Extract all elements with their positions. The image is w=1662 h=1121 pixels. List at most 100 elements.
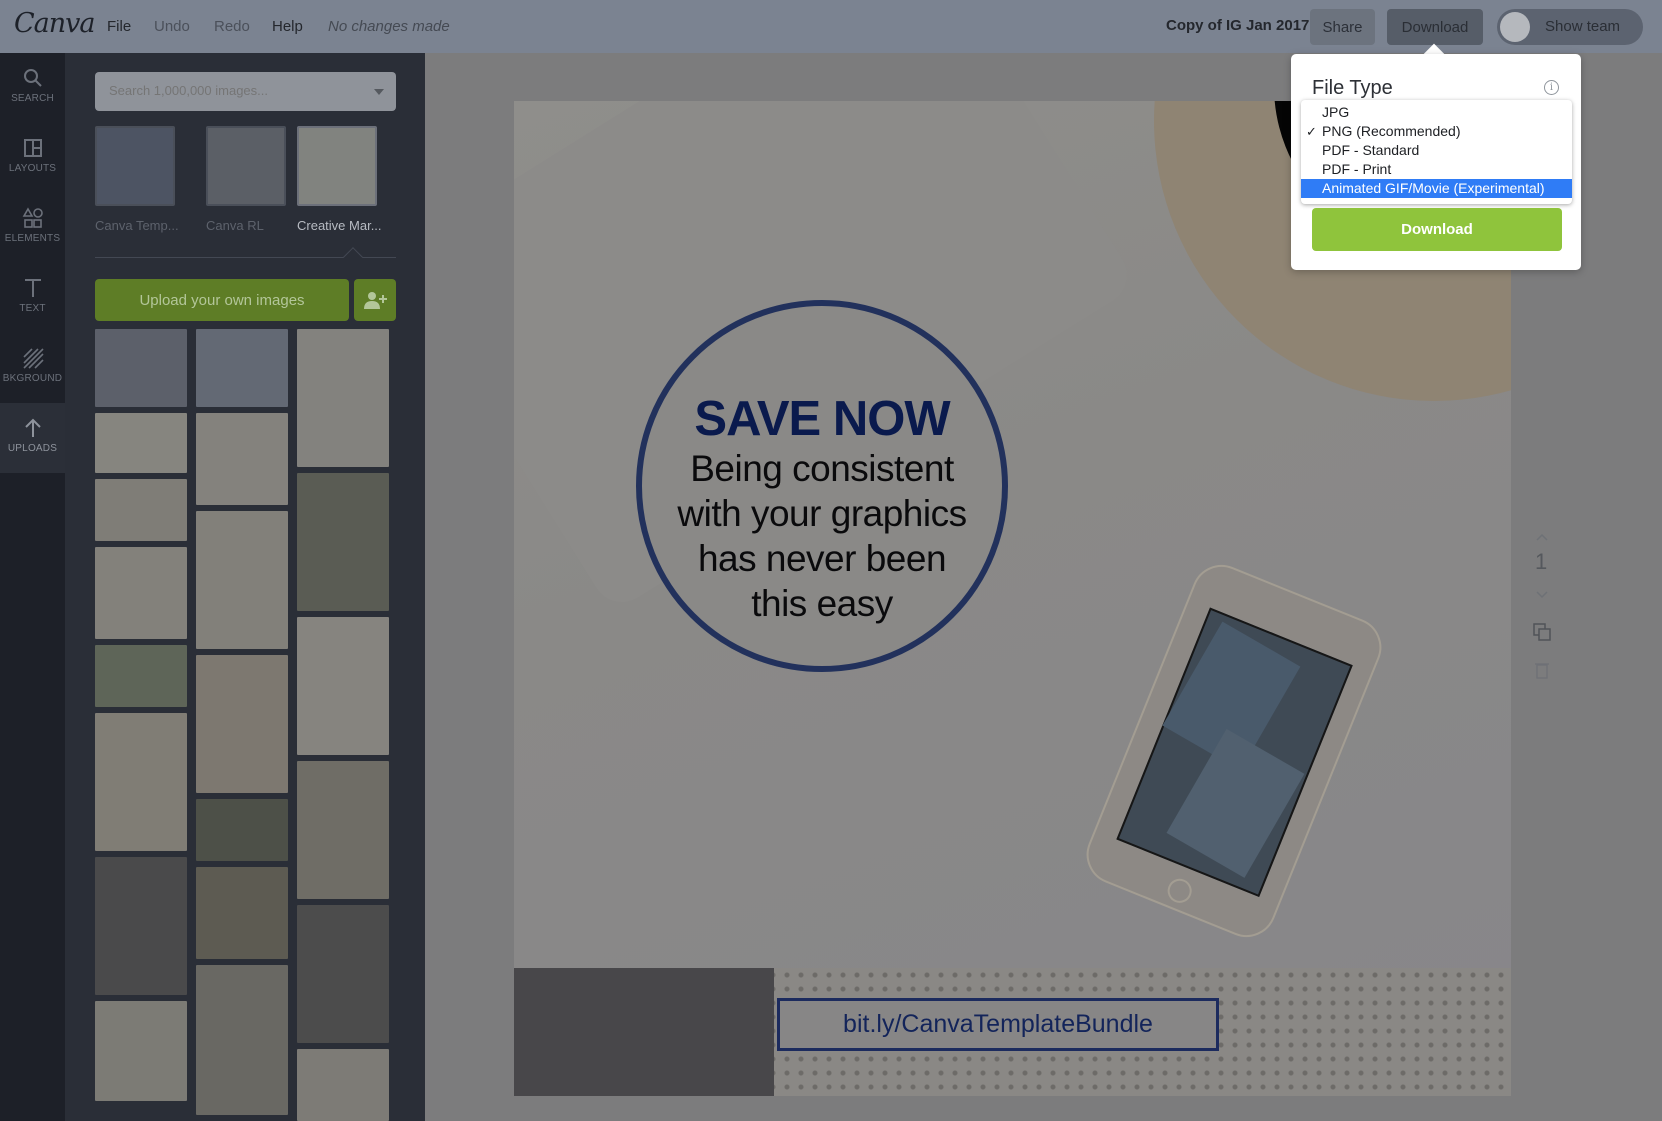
- upload-icon: [24, 418, 41, 437]
- file-type-option-jpg[interactable]: JPG: [1301, 103, 1572, 122]
- image-thumbnail[interactable]: [196, 655, 288, 793]
- upload-images-button[interactable]: Upload your own images: [95, 279, 349, 321]
- folder-label: Canva Temp...: [95, 218, 179, 233]
- uploads-panel: Canva Temp... Canva RL Creative Mar... U…: [65, 53, 425, 1121]
- option-label: PDF - Print: [1322, 161, 1392, 177]
- top-bar: Canva File Undo Redo Help No changes mad…: [0, 0, 1662, 53]
- search-input[interactable]: [109, 83, 359, 98]
- layouts-icon: [23, 139, 42, 157]
- folder-canva-rl[interactable]: Canva RL: [206, 126, 296, 233]
- chevron-down-icon[interactable]: [1536, 591, 1548, 599]
- rail-item-elements[interactable]: ELEMENTS: [0, 193, 65, 263]
- folder-thumbnail: [297, 126, 377, 206]
- menu-redo[interactable]: Redo: [214, 18, 250, 35]
- folder-label: Creative Mar...: [297, 218, 382, 233]
- upload-add-user-button[interactable]: [354, 279, 396, 321]
- document-title[interactable]: Copy of IG Jan 2017: [1166, 17, 1309, 34]
- file-type-option-pdf-standard[interactable]: PDF - Standard: [1301, 141, 1572, 160]
- download-button[interactable]: Download: [1387, 9, 1483, 45]
- download-popover: File Type i JPG ✓ PNG (Recommended) PDF -…: [1291, 54, 1581, 270]
- image-thumbnail[interactable]: [297, 761, 389, 899]
- image-thumbnail[interactable]: [196, 511, 288, 649]
- save-status: No changes made: [328, 18, 450, 35]
- promo-circle[interactable]: SAVE NOW Being consistent with your grap…: [636, 300, 1008, 672]
- option-label: PDF - Standard: [1322, 142, 1420, 158]
- show-team-label: Show team: [1545, 18, 1621, 35]
- rail-label: LAYOUTS: [8, 163, 57, 174]
- image-thumbnail[interactable]: [196, 965, 288, 1115]
- rail-item-search[interactable]: SEARCH: [0, 53, 65, 123]
- toggle-knob: [1500, 12, 1530, 42]
- promo-headline[interactable]: SAVE NOW: [642, 391, 1002, 447]
- rail-item-text[interactable]: TEXT: [0, 263, 65, 333]
- confirm-download-button[interactable]: Download: [1312, 208, 1562, 251]
- duplicate-page-icon[interactable]: [1532, 622, 1552, 642]
- option-label: Animated GIF/Movie (Experimental): [1322, 180, 1545, 196]
- active-folder-indicator: [343, 247, 363, 267]
- image-thumbnail[interactable]: [95, 547, 187, 639]
- promo-body-line: Being consistent: [690, 448, 954, 489]
- image-thumbnail[interactable]: [95, 479, 187, 541]
- promo-body[interactable]: Being consistent with your graphics has …: [662, 446, 982, 626]
- rail-item-layouts[interactable]: LAYOUTS: [0, 123, 65, 193]
- image-thumbnail[interactable]: [95, 329, 187, 407]
- phone-home-button: [1164, 875, 1196, 907]
- image-thumbnail[interactable]: [95, 1001, 187, 1101]
- left-rail: SEARCH LAYOUTS ELEMENTS TEXT BKGROUND UP…: [0, 53, 65, 1121]
- image-thumbnail[interactable]: [196, 799, 288, 861]
- rail-label: BKGROUND: [2, 373, 63, 384]
- image-thumbnail[interactable]: [297, 1049, 389, 1121]
- promo-body-line: this easy: [751, 583, 893, 624]
- chevron-down-icon[interactable]: [374, 89, 384, 95]
- image-thumbnail[interactable]: [95, 645, 187, 707]
- share-button[interactable]: Share: [1310, 9, 1375, 45]
- menu-help[interactable]: Help: [272, 18, 303, 35]
- page-number: 1: [1535, 549, 1548, 574]
- image-thumbnail[interactable]: [196, 329, 288, 407]
- image-thumbnail[interactable]: [297, 329, 389, 467]
- image-thumbnail[interactable]: [297, 473, 389, 611]
- elements-icon: [22, 207, 43, 228]
- rail-item-uploads[interactable]: UPLOADS: [0, 403, 65, 473]
- rail-label: ELEMENTS: [4, 233, 61, 244]
- page-tools: 1: [1522, 533, 1582, 733]
- folder-thumbnail: [95, 126, 175, 206]
- rail-item-background[interactable]: BKGROUND: [0, 333, 65, 403]
- rail-label: TEXT: [19, 303, 46, 314]
- table-shadow: [514, 968, 774, 1096]
- rail-label: SEARCH: [11, 93, 54, 104]
- promo-link-box[interactable]: bit.ly/CanvaTemplateBundle: [777, 998, 1219, 1051]
- file-type-option-pdf-print[interactable]: PDF - Print: [1301, 160, 1572, 179]
- image-thumbnail[interactable]: [297, 905, 389, 1043]
- image-search[interactable]: [95, 72, 396, 111]
- image-thumbnail[interactable]: [297, 617, 389, 755]
- file-type-dropdown[interactable]: JPG ✓ PNG (Recommended) PDF - Standard PD…: [1301, 100, 1572, 204]
- option-label: PNG (Recommended): [1322, 123, 1461, 139]
- canva-logo[interactable]: Canva: [14, 8, 95, 39]
- image-thumbnail[interactable]: [95, 713, 187, 851]
- delete-page-icon[interactable]: [1534, 661, 1550, 679]
- checkmark-icon: ✓: [1306, 124, 1317, 139]
- folder-creative-market[interactable]: Creative Mar...: [297, 126, 387, 233]
- menu-file[interactable]: File: [107, 18, 131, 35]
- promo-body-line: has never been: [697, 538, 947, 579]
- show-team-toggle[interactable]: Show team: [1497, 9, 1643, 45]
- search-icon: [23, 69, 42, 87]
- rail-label: UPLOADS: [7, 443, 58, 454]
- image-thumbnail[interactable]: [196, 413, 288, 505]
- image-thumbnail[interactable]: [196, 867, 288, 959]
- folder-canva-templates[interactable]: Canva Temp...: [95, 126, 185, 233]
- image-thumbnail[interactable]: [95, 857, 187, 995]
- chevron-up-icon[interactable]: [1536, 533, 1548, 541]
- add-user-icon: [364, 292, 387, 309]
- info-icon[interactable]: i: [1544, 80, 1559, 95]
- background-icon: [22, 348, 44, 369]
- file-type-option-gif[interactable]: Animated GIF/Movie (Experimental): [1301, 179, 1572, 198]
- file-type-option-png[interactable]: ✓ PNG (Recommended): [1301, 122, 1572, 141]
- image-thumbnail[interactable]: [95, 413, 187, 473]
- folder-thumbnail: [206, 126, 286, 206]
- menu-undo[interactable]: Undo: [154, 18, 190, 35]
- file-type-label: File Type: [1312, 77, 1393, 99]
- folder-label: Canva RL: [206, 218, 264, 233]
- phone-screen-card: [1166, 728, 1305, 878]
